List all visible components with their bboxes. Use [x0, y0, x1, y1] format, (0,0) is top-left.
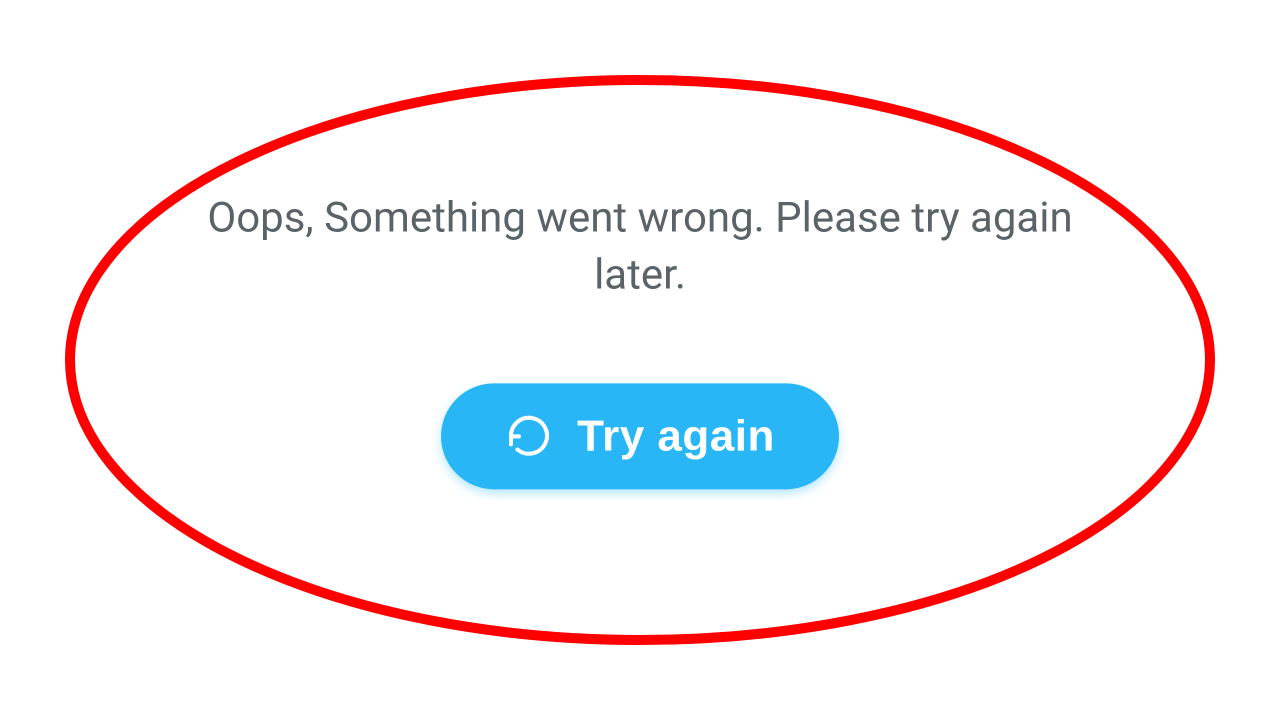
error-state: Oops, Something went wrong. Please try a… — [190, 230, 1090, 489]
try-again-button[interactable]: Try again — [441, 384, 839, 490]
try-again-label: Try again — [577, 412, 775, 462]
error-message: Oops, Something went wrong. Please try a… — [190, 190, 1090, 303]
refresh-icon — [505, 413, 553, 461]
